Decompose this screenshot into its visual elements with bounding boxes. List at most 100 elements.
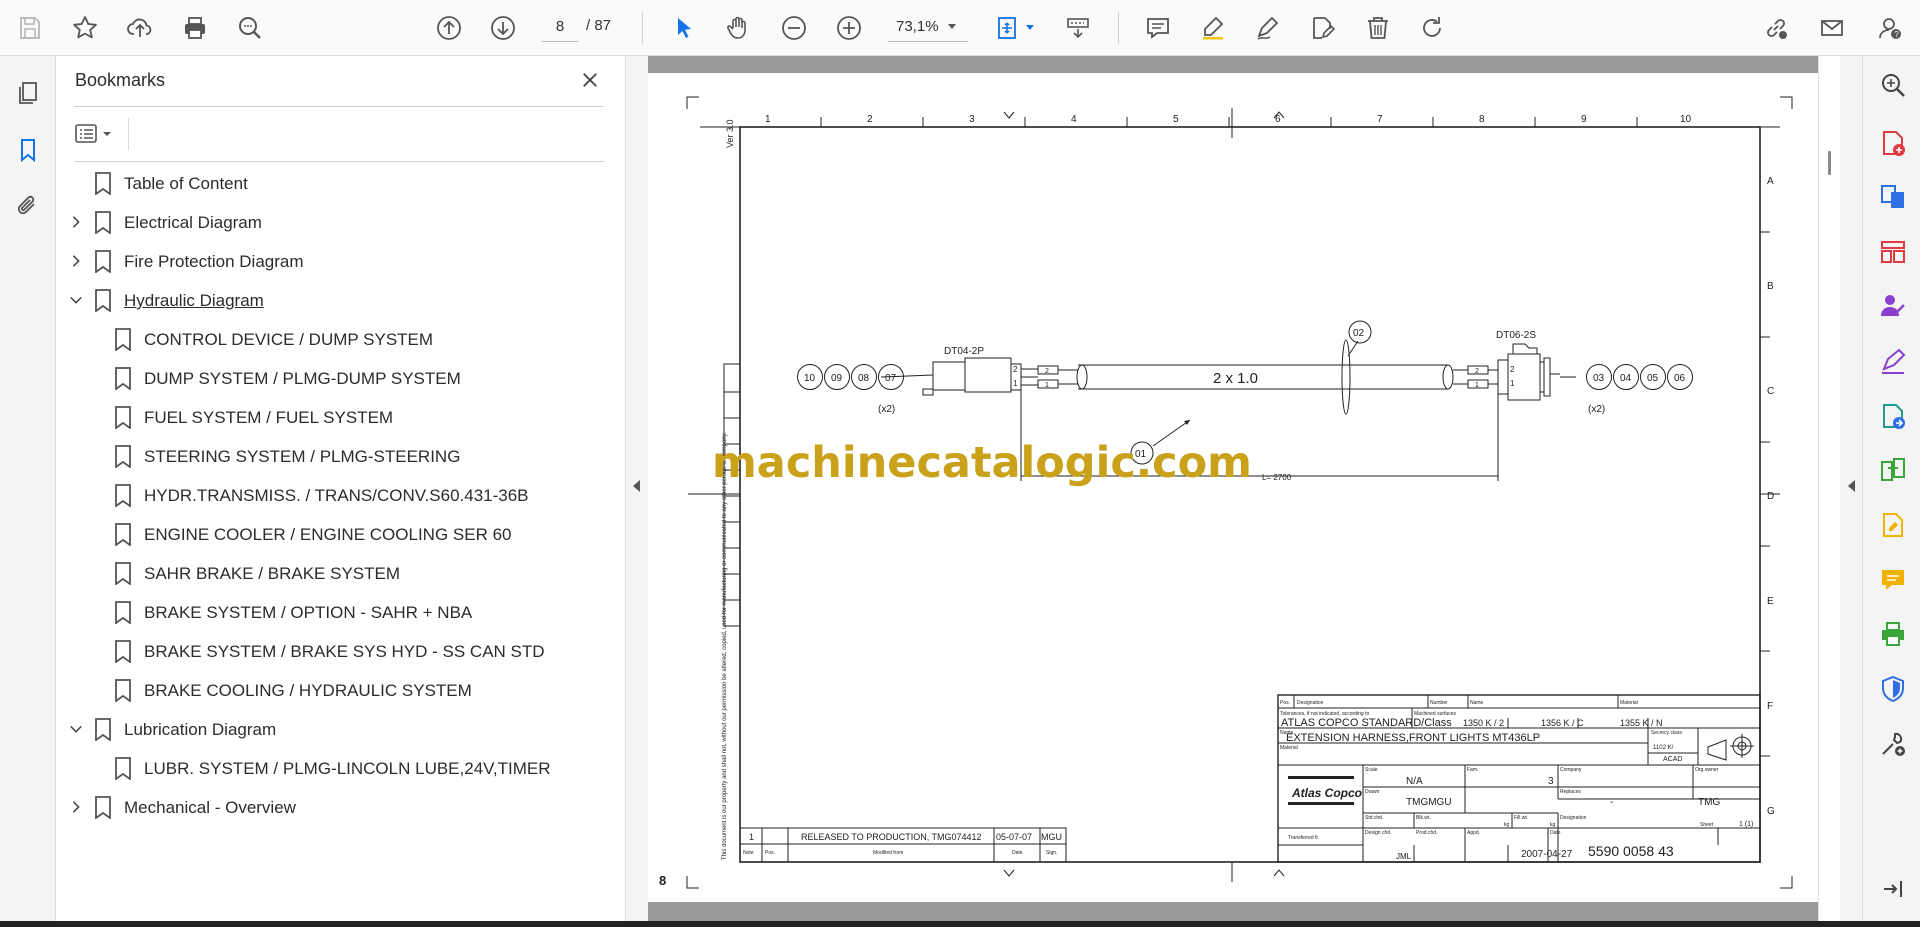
tb-scale: N/A — [1406, 776, 1423, 787]
highlight-icon[interactable] — [1195, 10, 1231, 46]
rotate-icon[interactable] — [1414, 10, 1450, 46]
compare-files-icon[interactable] — [1877, 454, 1909, 486]
more-tools-icon[interactable] — [1877, 728, 1909, 760]
right-tools-rail — [1862, 56, 1920, 921]
export-pdf-icon[interactable] — [1877, 400, 1909, 432]
cloud-upload-icon[interactable] — [122, 10, 158, 46]
bookmark-item[interactable]: Table of Content — [56, 164, 626, 203]
fill-sign-icon[interactable] — [1877, 345, 1909, 377]
tb-label: Pos. — [1280, 700, 1290, 706]
page-thumbnails-icon[interactable] — [10, 75, 46, 111]
select-cursor-icon[interactable] — [666, 10, 702, 46]
rev-date: 05-07-07 — [996, 832, 1032, 842]
combine-files-icon[interactable] — [1877, 181, 1909, 213]
share-link-icon[interactable] — [1758, 10, 1794, 46]
attachments-icon[interactable] — [10, 187, 46, 223]
bookmark-icon — [114, 484, 132, 508]
connector-left-label: DT04-2P — [944, 346, 984, 357]
hand-tool-icon[interactable] — [720, 10, 756, 46]
fit-page-icon[interactable] — [990, 10, 1026, 46]
chevron-right-icon[interactable] — [68, 799, 84, 815]
bookmark-item[interactable]: BRAKE COOLING / HYDRAULIC SYSTEM — [56, 671, 626, 710]
grid-row-label: A — [1767, 176, 1774, 187]
bookmark-item[interactable]: BRAKE SYSTEM / OPTION - SAHR + NBA — [56, 593, 626, 632]
create-pdf-icon[interactable] — [1877, 127, 1909, 159]
print-icon[interactable] — [177, 10, 213, 46]
tb-label: Fam. — [1467, 767, 1478, 773]
scroll-mode-icon[interactable] — [1060, 10, 1096, 46]
rev-number: 1 — [749, 832, 754, 842]
callout-02: 02 — [1353, 328, 1365, 339]
print-production-icon[interactable] — [1877, 618, 1909, 650]
connector-right-label: DT06-2S — [1496, 330, 1536, 341]
zoom-in-icon[interactable] — [831, 10, 867, 46]
draw-pen-icon[interactable] — [1250, 10, 1286, 46]
pin-label: 2 — [1013, 365, 1018, 374]
bookmark-item[interactable]: HYDR.TRANSMISS. / TRANS/CONV.S60.431-36B — [56, 476, 626, 515]
grid-column-label: 5 — [1173, 114, 1179, 125]
panel-collapse-splitter[interactable] — [626, 56, 648, 921]
zoom-out-icon[interactable] — [776, 10, 812, 46]
tb-label: Org.owner — [1695, 767, 1719, 773]
chevron-down-icon[interactable] — [948, 24, 956, 29]
bookmark-item[interactable]: Fire Protection Diagram — [56, 242, 626, 281]
page-number-input[interactable] — [542, 12, 578, 42]
watermark-text: machinecatalogic.com — [712, 438, 1252, 488]
previous-page-icon[interactable] — [431, 10, 467, 46]
chevron-right-icon[interactable] — [68, 214, 84, 230]
bookmark-item[interactable]: Electrical Diagram — [56, 203, 626, 242]
bookmark-item[interactable]: Hydraulic Diagram — [56, 281, 626, 320]
grid-column-label: 10 — [1680, 114, 1692, 125]
fit-options-chevron-icon[interactable] — [1026, 25, 1034, 30]
grid-column-label: 1 — [765, 114, 771, 125]
bookmark-item[interactable]: SAHR BRAKE / BRAKE SYSTEM — [56, 554, 626, 593]
collapse-tools-pane-icon[interactable] — [1877, 873, 1909, 905]
chevron-right-icon[interactable] — [68, 253, 84, 269]
bookmark-item[interactable]: DUMP SYSTEM / PLMG-DUMP SYSTEM — [56, 359, 626, 398]
bookmark-item[interactable]: BRAKE SYSTEM / BRAKE SYS HYD - SS CAN ST… — [56, 632, 626, 671]
bookmark-item[interactable]: Mechanical - Overview — [56, 788, 626, 827]
edit-pdf-icon[interactable] — [1877, 509, 1909, 541]
account-icon[interactable]: ? — [1872, 10, 1908, 46]
chevron-down-icon[interactable] — [68, 292, 84, 308]
request-signatures-icon[interactable] — [1877, 290, 1909, 322]
bookmarks-panel-icon[interactable] — [10, 132, 46, 168]
bookmark-item[interactable]: FUEL SYSTEM / FUEL SYSTEM — [56, 398, 626, 437]
rev-header: Date — [1012, 850, 1023, 856]
search-zoom-icon[interactable] — [232, 10, 268, 46]
right-panel-splitter[interactable] — [1840, 56, 1862, 921]
bookmark-item[interactable]: ENGINE COOLER / ENGINE COOLING SER 60 — [56, 515, 626, 554]
bookmark-item[interactable]: CONTROL DEVICE / DUMP SYSTEM — [56, 320, 626, 359]
bookmark-label: ENGINE COOLER / ENGINE COOLING SER 60 — [144, 525, 512, 544]
email-icon[interactable] — [1814, 10, 1850, 46]
save-icon[interactable] — [12, 10, 48, 46]
bookmark-icon — [114, 406, 132, 430]
bookmark-options-button[interactable] — [74, 119, 122, 149]
chevron-down-icon[interactable] — [68, 721, 84, 737]
scrollbar-thumb[interactable] — [1828, 151, 1831, 175]
item-callout-number: 10 — [804, 373, 816, 384]
close-icon[interactable] — [576, 66, 604, 94]
vertical-scrollbar[interactable] — [1818, 56, 1840, 921]
organize-pages-icon[interactable] — [1877, 236, 1909, 268]
next-page-icon[interactable] — [485, 10, 521, 46]
zoom-level-dropdown[interactable]: 73,1% — [888, 12, 968, 42]
bookmarks-panel: Bookmarks Table of Content Electrical Dia… — [56, 56, 626, 921]
tb-designation: 5590 0058 43 — [1588, 843, 1674, 859]
bookmark-star-icon[interactable] — [67, 10, 103, 46]
tb-label: Material — [1620, 700, 1638, 706]
bookmark-item[interactable]: Lubrication Diagram — [56, 710, 626, 749]
bookmark-item[interactable]: LUBR. SYSTEM / PLMG-LINCOLN LUBE,24V,TIM… — [56, 749, 626, 788]
bookmark-icon — [94, 718, 112, 742]
delete-icon[interactable] — [1360, 10, 1396, 46]
atlas-copco-logo: Atlas Copco — [1291, 786, 1362, 800]
expand-right-panel-arrow-icon[interactable] — [1848, 480, 1855, 492]
collapse-left-arrow-icon[interactable] — [633, 480, 640, 492]
tb-label: Name — [1470, 700, 1484, 706]
protect-shield-icon[interactable] — [1877, 673, 1909, 705]
edit-text-icon[interactable] — [1304, 10, 1340, 46]
comment-tool-icon[interactable] — [1877, 564, 1909, 596]
comment-icon[interactable] — [1140, 10, 1176, 46]
bookmark-item[interactable]: STEERING SYSTEM / PLMG-STEERING — [56, 437, 626, 476]
zoom-search-icon[interactable] — [1877, 69, 1909, 101]
